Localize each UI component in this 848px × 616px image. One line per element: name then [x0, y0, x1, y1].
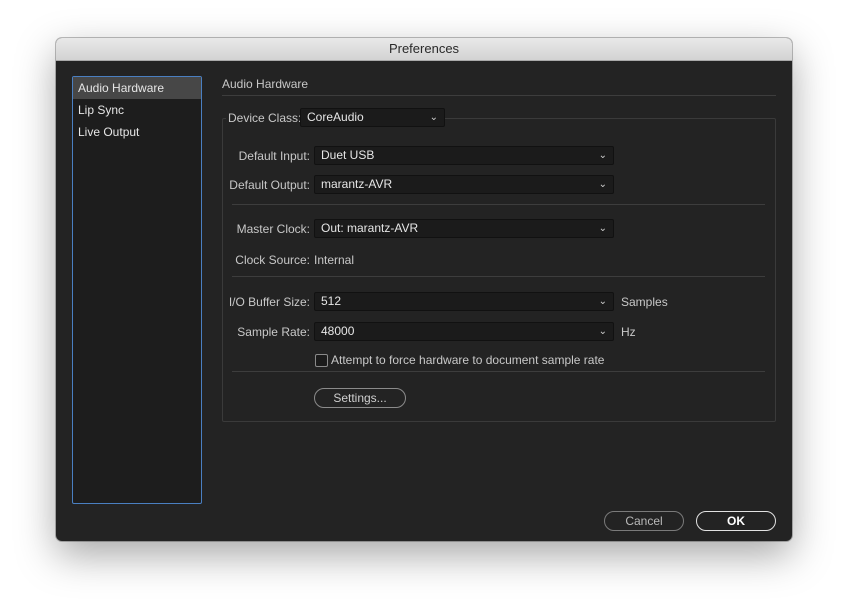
sidebar-item-live-output[interactable]: Live Output	[73, 121, 201, 143]
clock-source-label: Clock Source:	[235, 253, 310, 267]
section-title: Audio Hardware	[222, 77, 309, 91]
default-input-select[interactable]: Duet USB ⌄	[314, 146, 614, 165]
divider	[232, 371, 765, 372]
clock-source-value: Internal	[314, 253, 355, 267]
chevron-down-icon: ⌄	[598, 179, 607, 190]
preferences-window: Preferences Audio Hardware Lip Sync Live…	[56, 38, 792, 541]
device-class-row: Device Class:	[226, 108, 304, 127]
master-clock-value: Out: marantz-AVR	[321, 221, 419, 235]
preferences-sidebar: Audio Hardware Lip Sync Live Output	[72, 76, 202, 504]
sidebar-item-lip-sync[interactable]: Lip Sync	[73, 99, 201, 121]
section-divider	[222, 95, 776, 96]
default-input-value: Duet USB	[321, 148, 375, 162]
default-output-value: marantz-AVR	[321, 177, 393, 191]
master-clock-select[interactable]: Out: marantz-AVR ⌄	[314, 219, 614, 238]
buffer-size-unit: Samples	[621, 295, 668, 309]
sample-rate-label: Sample Rate:	[237, 325, 310, 339]
default-output-select[interactable]: marantz-AVR ⌄	[314, 175, 614, 194]
sample-rate-value: 48000	[321, 324, 355, 338]
settings-button[interactable]: Settings...	[314, 388, 406, 408]
default-input-label: Default Input:	[238, 149, 310, 163]
cancel-button[interactable]: Cancel	[604, 511, 684, 531]
ok-button[interactable]: OK	[696, 511, 776, 531]
window-title: Preferences	[56, 38, 792, 61]
chevron-down-icon: ⌄	[598, 150, 607, 161]
buffer-size-label: I/O Buffer Size:	[228, 295, 310, 309]
chevron-down-icon: ⌄	[598, 326, 607, 337]
default-output-label: Default Output:	[229, 178, 310, 192]
chevron-down-icon: ⌄	[429, 112, 438, 123]
buffer-size-select[interactable]: 512 ⌄	[314, 292, 614, 311]
force-sample-rate-label[interactable]: Attempt to force hardware to document sa…	[331, 353, 604, 367]
divider	[232, 204, 765, 205]
device-class-value: CoreAudio	[307, 110, 364, 124]
divider	[232, 276, 765, 277]
sidebar-item-audio-hardware[interactable]: Audio Hardware	[73, 77, 201, 99]
chevron-down-icon: ⌄	[598, 296, 607, 307]
sample-rate-select[interactable]: 48000 ⌄	[314, 322, 614, 341]
buffer-size-value: 512	[321, 294, 342, 308]
device-class-select[interactable]: CoreAudio ⌄	[300, 108, 445, 127]
master-clock-label: Master Clock:	[236, 222, 310, 236]
chevron-down-icon: ⌄	[598, 223, 607, 234]
force-sample-rate-checkbox[interactable]	[315, 354, 328, 367]
sample-rate-unit: Hz	[621, 325, 636, 339]
device-class-label: Device Class:	[228, 110, 302, 125]
